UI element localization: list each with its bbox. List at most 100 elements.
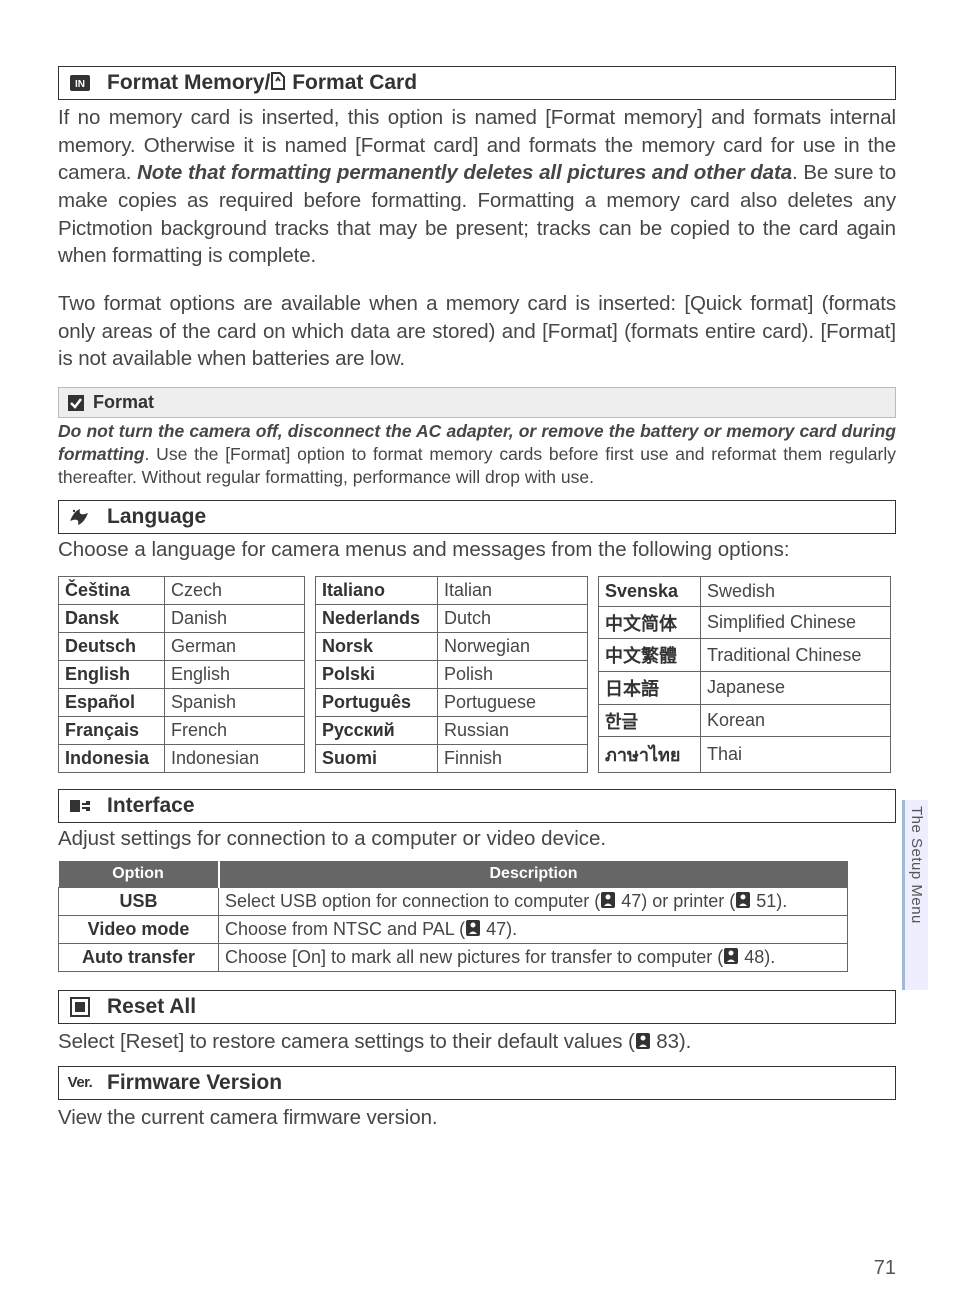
- interface-table: Option Description USBSelect USB option …: [58, 861, 848, 972]
- interface-row: USBSelect USB option for connection to c…: [59, 888, 848, 916]
- language-native: 中文简体: [599, 606, 701, 639]
- language-row: 日本語Japanese: [599, 672, 891, 705]
- language-native: Suomi: [316, 745, 438, 773]
- format-title: Format Memory/ Format Card: [107, 71, 417, 95]
- language-title: Language: [107, 505, 206, 529]
- language-row: ČeštinaCzech: [59, 577, 305, 605]
- interface-option: Video mode: [59, 916, 219, 944]
- interface-option: Auto transfer: [59, 944, 219, 972]
- language-row: EspañolSpanish: [59, 689, 305, 717]
- side-tab: The Setup Menu: [902, 800, 928, 990]
- language-english: Danish: [165, 605, 305, 633]
- language-row: ภาษาไทยThai: [599, 737, 891, 773]
- language-row: FrançaisFrench: [59, 717, 305, 745]
- interface-row: Auto transferChoose [On] to mark all new…: [59, 944, 848, 972]
- language-row: PolskiPolish: [316, 661, 588, 689]
- language-intro: Choose a language for camera menus and m…: [58, 538, 896, 562]
- format-paragraph-2: Two format options are available when a …: [58, 290, 896, 373]
- language-english: Simplified Chinese: [701, 606, 891, 639]
- firmware-title: Firmware Version: [107, 1071, 282, 1095]
- language-english: Swedish: [701, 577, 891, 607]
- interface-title: Interface: [107, 794, 195, 818]
- language-row: ItalianoItalian: [316, 577, 588, 605]
- reset-text: Select [Reset] to restore camera setting…: [58, 1028, 896, 1056]
- svg-text:IN: IN: [75, 79, 85, 90]
- language-row: NorskNorwegian: [316, 633, 588, 661]
- language-native: ภาษาไทย: [599, 737, 701, 773]
- interface-header-description: Description: [219, 861, 848, 888]
- interface-intro: Adjust settings for connection to a comp…: [58, 827, 896, 851]
- interface-description: Choose from NTSC and PAL ( 47).: [219, 916, 848, 944]
- language-row: 한글Korean: [599, 704, 891, 737]
- language-native: English: [59, 661, 165, 689]
- language-native: Português: [316, 689, 438, 717]
- language-english: Japanese: [701, 672, 891, 705]
- format-note-header: Format: [58, 387, 896, 418]
- language-tables: ČeštinaCzechDanskDanishDeutschGermanEngl…: [58, 576, 896, 773]
- language-english: French: [165, 717, 305, 745]
- language-native: Dansk: [59, 605, 165, 633]
- language-section-header: Language: [58, 500, 896, 534]
- language-row: IndonesiaIndonesian: [59, 745, 305, 773]
- format-note-title: Format: [93, 392, 154, 413]
- language-native: Nederlands: [316, 605, 438, 633]
- format-paragraph-1: If no memory card is inserted, this opti…: [58, 104, 896, 270]
- language-native: Français: [59, 717, 165, 745]
- language-row: 中文繁體Traditional Chinese: [599, 639, 891, 672]
- language-english: Dutch: [438, 605, 588, 633]
- language-table-3: SvenskaSwedish中文简体Simplified Chinese中文繁體…: [598, 576, 891, 773]
- interface-option: USB: [59, 888, 219, 916]
- language-table-1: ČeštinaCzechDanskDanishDeutschGermanEngl…: [58, 576, 305, 773]
- language-native: Polski: [316, 661, 438, 689]
- language-row: NederlandsDutch: [316, 605, 588, 633]
- page-ref-icon: [723, 947, 739, 965]
- page-ref-icon: [635, 1032, 651, 1050]
- firmware-section-header: Ver. Firmware Version: [58, 1066, 896, 1100]
- language-native: 日本語: [599, 672, 701, 705]
- language-row: DanskDanish: [59, 605, 305, 633]
- warning-icon: [67, 394, 85, 412]
- language-native: Deutsch: [59, 633, 165, 661]
- language-native: Español: [59, 689, 165, 717]
- page-number: 71: [874, 1257, 896, 1280]
- language-row: PortuguêsPortuguese: [316, 689, 588, 717]
- language-native: 中文繁體: [599, 639, 701, 672]
- reset-icon: [67, 997, 93, 1017]
- language-table-2: ItalianoItalianNederlandsDutchNorskNorwe…: [315, 576, 588, 773]
- language-native: 한글: [599, 704, 701, 737]
- page-ref-icon: [600, 891, 616, 909]
- language-english: Indonesian: [165, 745, 305, 773]
- firmware-icon: Ver.: [67, 1074, 93, 1091]
- language-english: Thai: [701, 737, 891, 773]
- language-native: Italiano: [316, 577, 438, 605]
- language-row: DeutschGerman: [59, 633, 305, 661]
- language-english: Polish: [438, 661, 588, 689]
- page-ref-icon: [465, 919, 481, 937]
- language-row: 中文简体Simplified Chinese: [599, 606, 891, 639]
- interface-row: Video modeChoose from NTSC and PAL ( 47)…: [59, 916, 848, 944]
- language-row: РусскийRussian: [316, 717, 588, 745]
- language-english: Traditional Chinese: [701, 639, 891, 672]
- format-section-header: IN Format Memory/ Format Card: [58, 66, 896, 100]
- language-icon: [67, 507, 93, 527]
- language-row: SuomiFinnish: [316, 745, 588, 773]
- reset-title: Reset All: [107, 995, 196, 1019]
- language-english: Italian: [438, 577, 588, 605]
- language-english: Finnish: [438, 745, 588, 773]
- format-note-text: Do not turn the camera off, disconnect t…: [58, 420, 896, 488]
- language-native: Русский: [316, 717, 438, 745]
- language-native: Indonesia: [59, 745, 165, 773]
- language-row: SvenskaSwedish: [599, 577, 891, 607]
- language-native: Čeština: [59, 577, 165, 605]
- interface-section-header: Interface: [58, 789, 896, 823]
- language-english: Korean: [701, 704, 891, 737]
- language-row: EnglishEnglish: [59, 661, 305, 689]
- interface-icon: [67, 797, 93, 815]
- language-english: Norwegian: [438, 633, 588, 661]
- firmware-text: View the current camera firmware version…: [58, 1104, 896, 1132]
- language-native: Svenska: [599, 577, 701, 607]
- language-english: Russian: [438, 717, 588, 745]
- interface-description: Choose [On] to mark all new pictures for…: [219, 944, 848, 972]
- memory-icon: IN: [67, 74, 93, 92]
- page-ref-icon: [735, 891, 751, 909]
